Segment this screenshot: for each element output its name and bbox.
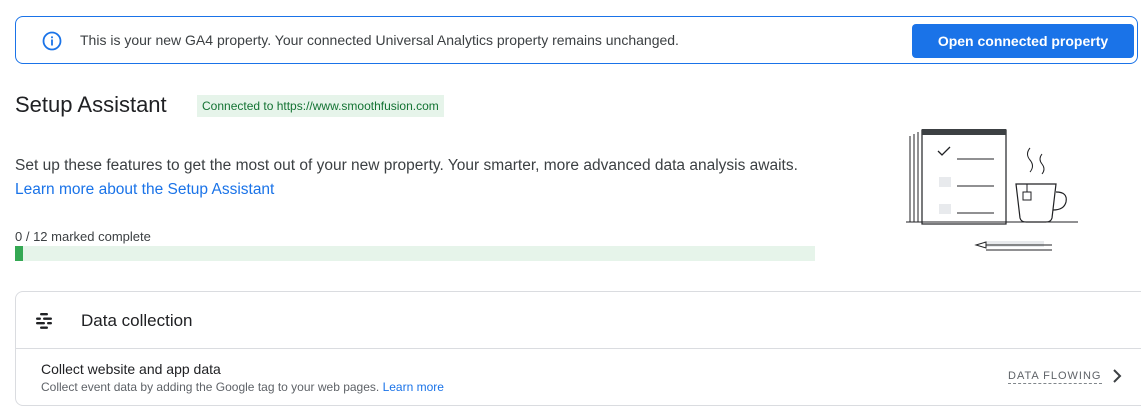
connected-site-badge: Connected to https://www.smoothfusion.co…	[197, 95, 444, 117]
task-title[interactable]: Collect website and app data	[41, 361, 221, 377]
data-collection-header: Data collection	[16, 292, 1141, 349]
data-collection-icon	[36, 313, 52, 329]
progress-bar-fill	[15, 246, 23, 261]
data-collection-title: Data collection	[81, 311, 193, 330]
open-connected-property-button[interactable]: Open connected property	[912, 24, 1134, 58]
task-description-text: Collect event data by adding the Google …	[41, 380, 380, 394]
chevron-right-icon[interactable]	[1110, 368, 1124, 384]
ga4-home-page: This is your new GA4 property. Your conn…	[0, 0, 1141, 407]
task-description: Collect event data by adding the Google …	[41, 380, 444, 394]
setup-description: Set up these features to get the most ou…	[15, 154, 805, 202]
setup-description-text: Set up these features to get the most ou…	[15, 157, 798, 174]
banner-message: This is your new GA4 property. Your conn…	[80, 32, 679, 48]
data-collection-card: Data collection Collect website and app …	[15, 291, 1141, 406]
progress-bar	[15, 246, 815, 261]
progress-label: 0 / 12 marked complete	[15, 229, 151, 244]
info-icon	[42, 31, 62, 51]
notebook-coffee-illustration	[906, 129, 1078, 251]
info-banner: This is your new GA4 property. Your conn…	[15, 16, 1138, 64]
data-flowing-status: DATA FLOWING	[1008, 370, 1102, 384]
page-title: Setup Assistant	[15, 92, 167, 117]
task-learn-more-link[interactable]: Learn more	[383, 380, 444, 394]
learn-more-setup-assistant-link[interactable]: Learn more about the Setup Assistant	[15, 181, 274, 198]
